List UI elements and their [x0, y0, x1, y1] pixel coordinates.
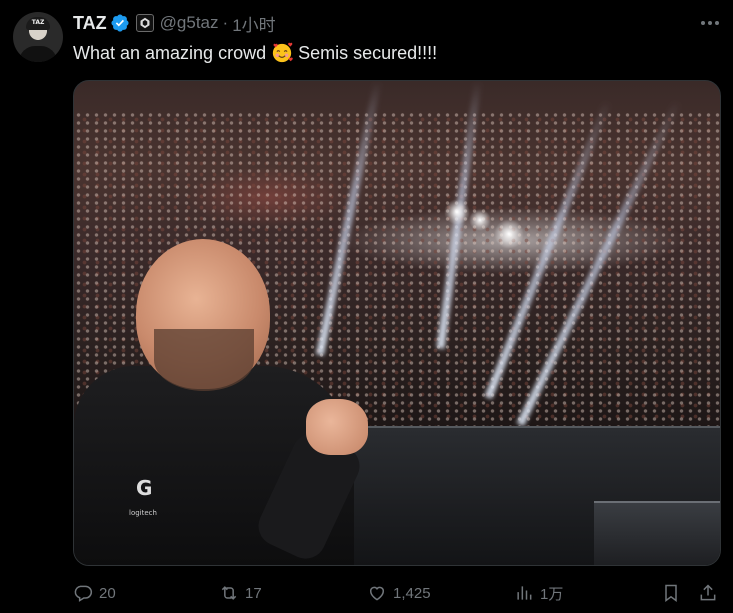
smiling-face-with-hearts-icon [271, 42, 293, 64]
like-count: 1,425 [393, 584, 431, 602]
more-dots-icon[interactable] [697, 12, 723, 34]
tweet-text: What an amazing crowd Semis secured!!!! [73, 41, 437, 65]
author-name[interactable]: TAZ [73, 13, 107, 34]
avatar-cap-text: TAZ [31, 19, 45, 26]
stage-light [469, 209, 491, 231]
retweet-count: 17 [245, 584, 262, 602]
views-count: 1万 [540, 585, 564, 603]
person-fist [306, 399, 368, 455]
action-bar: 20 17 1,425 1万 [73, 580, 723, 606]
avatar[interactable]: TAZ [13, 12, 63, 62]
analytics-icon [517, 586, 532, 600]
reply-icon [74, 585, 93, 602]
reply-button[interactable]: 20 [73, 580, 116, 606]
logitech-logo: G [136, 476, 153, 500]
tweet-text-part-1: What an amazing crowd [73, 42, 267, 63]
heart-icon [370, 586, 384, 601]
tweet-photo[interactable]: G logitech [73, 80, 721, 566]
person-beard [154, 329, 254, 391]
retweet-button[interactable]: 17 [219, 580, 262, 606]
verified-badge-icon[interactable] [110, 13, 130, 33]
bookmark-icon [665, 584, 677, 602]
tweet-text-part-2: Semis secured!!!! [298, 42, 438, 63]
views-button[interactable]: 1万 [514, 580, 563, 606]
share-icon [700, 584, 716, 601]
bookmark-button[interactable] [661, 580, 681, 606]
stage-light [444, 199, 470, 225]
share-button[interactable] [698, 580, 718, 606]
author-handle[interactable]: @g5taz [160, 13, 219, 33]
avatar-body [19, 46, 57, 62]
like-button[interactable]: 1,425 [367, 580, 431, 606]
stage-light [494, 219, 524, 249]
tweet-time[interactable]: 1小时 [232, 11, 275, 36]
tweet[interactable]: TAZ TAZ @g5taz · 1小时 What an amazing cro… [0, 0, 733, 613]
tweet-header: TAZ @g5taz · 1小时 [73, 11, 276, 36]
separator-dot: · [222, 13, 229, 32]
reply-count: 20 [99, 584, 116, 602]
stage-desk-right [594, 501, 720, 565]
retweet-icon [221, 586, 237, 600]
logitech-logo-text: logitech [129, 509, 157, 517]
affiliate-badge-icon[interactable] [135, 14, 154, 32]
